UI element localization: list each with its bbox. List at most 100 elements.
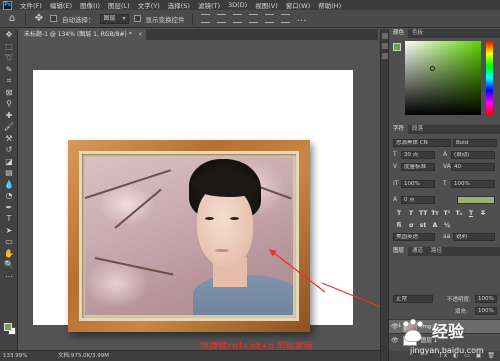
faux-bold-button[interactable]: T xyxy=(395,210,403,218)
move-tool-icon[interactable]: ✥ xyxy=(33,13,45,25)
align-top-icon[interactable] xyxy=(200,14,210,23)
path-select-tool-icon[interactable]: ➤ xyxy=(0,225,18,237)
person-face xyxy=(197,187,253,267)
hand-tool-icon[interactable]: ✋ xyxy=(0,248,18,260)
divider xyxy=(191,12,193,25)
ordinals-button[interactable]: A xyxy=(431,222,439,230)
menu-window[interactable]: 窗口(W) xyxy=(282,0,315,10)
align-middle-icon[interactable] xyxy=(216,14,226,23)
leading-field[interactable]: (自动) xyxy=(451,151,495,159)
auto-select-checkbox[interactable] xyxy=(50,15,57,22)
vertical-scale-field[interactable]: 100% xyxy=(401,180,435,188)
tab-color[interactable]: 颜色 xyxy=(389,29,409,38)
tab-swatches[interactable]: 色板 xyxy=(408,29,427,38)
blur-tool-icon[interactable]: 💧 xyxy=(0,179,18,191)
font-style-select[interactable]: Bold xyxy=(453,139,497,147)
auto-select-dropdown[interactable]: 图层 xyxy=(99,13,129,24)
quick-select-tool-icon[interactable]: ✎ xyxy=(0,64,18,76)
person-eye-left xyxy=(205,217,214,220)
shape-tool-icon[interactable]: ▭ xyxy=(0,236,18,248)
marquee-tool-icon[interactable]: ⬚ xyxy=(0,41,18,53)
crop-tool-icon[interactable]: ⌗ xyxy=(0,75,18,87)
menu-image[interactable]: 图像(I) xyxy=(76,0,104,10)
strikethrough-button[interactable]: T xyxy=(479,210,487,218)
swash-button[interactable]: st xyxy=(419,222,427,230)
underline-button[interactable]: T xyxy=(467,210,475,218)
fractions-button[interactable]: ½ xyxy=(443,222,451,230)
watermark-url: jingyan.baidu.com xyxy=(410,346,484,355)
baseline-shift-field[interactable]: 0 点 xyxy=(401,196,435,204)
menu-filter[interactable]: 滤镜(T) xyxy=(194,0,224,10)
gradient-tool-icon[interactable]: ▤ xyxy=(0,167,18,179)
healing-brush-tool-icon[interactable]: ✚ xyxy=(0,110,18,122)
hue-slider[interactable] xyxy=(486,41,493,115)
subscript-button[interactable]: T₁ xyxy=(455,210,463,218)
align-left-icon[interactable] xyxy=(248,14,258,23)
character-panel-tabs: 字符 段落 xyxy=(389,125,500,134)
align-right-icon[interactable] xyxy=(280,14,290,23)
color-picker-field[interactable] xyxy=(405,41,481,115)
anti-alias-icon: aa xyxy=(443,233,451,240)
home-icon[interactable]: ⌂ xyxy=(6,13,18,25)
text-color-swatch[interactable] xyxy=(457,196,495,204)
menu-help[interactable]: 帮助(H) xyxy=(314,0,345,10)
tree-branch xyxy=(94,257,174,276)
tab-character[interactable]: 字符 xyxy=(389,125,409,134)
all-caps-button[interactable]: TT xyxy=(419,210,427,218)
opacity-field[interactable]: 100% xyxy=(475,295,497,303)
tab-channels[interactable]: 通道 xyxy=(408,247,427,256)
document-size: 文档:975.0K/3.99M xyxy=(58,353,110,359)
tab-paths[interactable]: 路径 xyxy=(427,247,446,256)
kerning-field[interactable]: 度量标准 xyxy=(401,163,435,171)
font-family-select[interactable]: 思源黑体 CN xyxy=(393,139,451,147)
menu-bar: Ps 文件(F) 编辑(E) 图像(I) 图层(L) 文字(Y) 选择(S) 滤… xyxy=(0,0,500,10)
foreground-color-swatch[interactable] xyxy=(4,323,12,331)
eraser-tool-icon[interactable]: ◪ xyxy=(0,156,18,168)
tab-layers[interactable]: 图层 xyxy=(389,247,409,256)
superscript-button[interactable]: T¹ xyxy=(443,210,451,218)
font-size-field[interactable]: 30 点 xyxy=(401,151,435,159)
more-tools-icon[interactable]: ⋯ xyxy=(0,271,18,283)
blend-mode-select[interactable]: 正常 xyxy=(393,295,433,303)
tracking-field[interactable]: 40 xyxy=(451,163,495,171)
eyedropper-tool-icon[interactable]: ⚲ xyxy=(0,98,18,110)
menu-layer[interactable]: 图层(L) xyxy=(104,0,134,10)
color-picker-cursor[interactable] xyxy=(430,66,435,71)
anti-alias-select[interactable]: 锐利 xyxy=(453,233,495,241)
frame-tool-icon[interactable]: ⊠ xyxy=(0,87,18,99)
foreground-color-swatch[interactable] xyxy=(393,43,401,51)
language-select[interactable]: 美国英语 xyxy=(393,233,435,241)
menu-select[interactable]: 选择(S) xyxy=(164,0,194,10)
zoom-level[interactable]: 133.99% xyxy=(3,351,27,361)
align-center-icon[interactable] xyxy=(264,14,274,23)
lasso-tool-icon[interactable]: ➰ xyxy=(0,52,18,64)
tab-paragraph[interactable]: 段落 xyxy=(408,125,427,134)
oldstyle-button[interactable]: ơ xyxy=(407,222,415,230)
move-tool-icon[interactable]: ✥ xyxy=(0,29,18,41)
menu-3d[interactable]: 3D(D) xyxy=(224,1,251,9)
small-caps-button[interactable]: Tт xyxy=(431,210,439,218)
history-brush-tool-icon[interactable]: ↺ xyxy=(0,144,18,156)
canvas-area[interactable]: 快捷键ctrl+alt+g 剪贴蒙版 xyxy=(18,40,378,352)
document-tab-bar: 未标题-1 @ 134% (图层 1, RGB/8#) * × xyxy=(18,29,378,40)
character-panel: 字符 段落 思源黑体 CN Bold T 30 点 A (自动) V 度量标准 … xyxy=(389,125,500,265)
close-icon[interactable]: × xyxy=(138,29,143,40)
brush-tool-icon[interactable]: 🖌 xyxy=(0,121,18,133)
menu-type[interactable]: 文字(Y) xyxy=(134,0,164,10)
document-tab[interactable]: 未标题-1 @ 134% (图层 1, RGB/8#) * × xyxy=(18,29,146,40)
pen-tool-icon[interactable]: ✒ xyxy=(0,202,18,214)
zoom-tool-icon[interactable]: 🔍 xyxy=(0,259,18,271)
menu-edit[interactable]: 编辑(E) xyxy=(46,0,76,10)
menu-view[interactable]: 视图(V) xyxy=(251,0,282,10)
ligature-button[interactable]: fi xyxy=(395,222,403,230)
wooden-picture-frame xyxy=(68,140,310,332)
dodge-tool-icon[interactable]: ◔ xyxy=(0,190,18,202)
menu-file[interactable]: 文件(F) xyxy=(16,0,46,10)
faux-italic-button[interactable]: T xyxy=(407,210,415,218)
more-options-icon[interactable]: … xyxy=(296,13,308,25)
type-tool-icon[interactable]: T xyxy=(0,213,18,225)
show-transform-checkbox[interactable] xyxy=(133,15,141,22)
clone-stamp-tool-icon[interactable]: ⚒ xyxy=(0,133,18,145)
horizontal-scale-field[interactable]: 100% xyxy=(451,180,495,188)
align-bottom-icon[interactable] xyxy=(232,14,242,23)
